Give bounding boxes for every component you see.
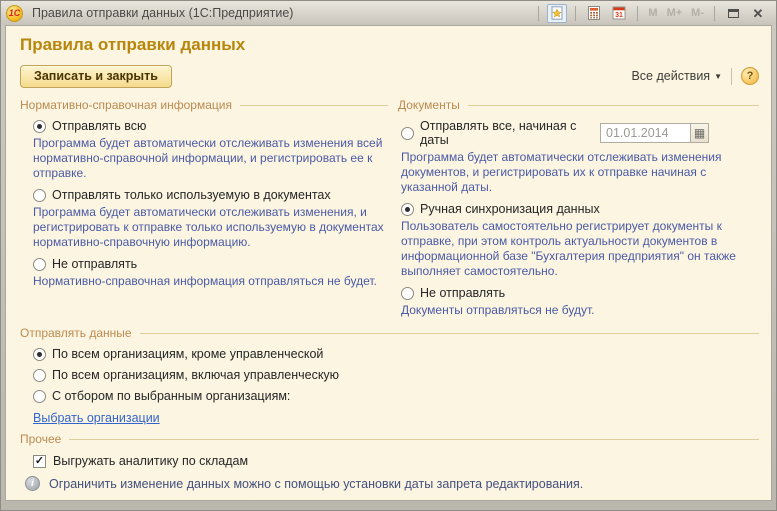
1c-logo-icon: 1С	[6, 5, 23, 22]
date-field-group: ▦	[600, 123, 709, 143]
radio-checked-icon	[33, 120, 46, 133]
radio-unchecked-icon	[33, 258, 46, 271]
radio-label: По всем организациям, включая управленче…	[52, 368, 339, 382]
option-description: Нормативно-справочная информация отправл…	[20, 274, 388, 289]
command-bar: Записать и закрыть Все действия ▼ ?	[20, 64, 759, 88]
group-rule	[69, 439, 759, 440]
chevron-down-icon: ▼	[714, 72, 722, 81]
titlebar-separator	[714, 6, 715, 21]
radio-unchecked-icon	[33, 189, 46, 202]
all-actions-label: Все действия	[631, 69, 710, 83]
radio-unchecked-icon	[401, 287, 414, 300]
radio-unchecked-icon	[33, 369, 46, 382]
option-description: Программа будет автоматически отслеживат…	[20, 136, 388, 181]
checkbox-label: Выгружать аналитику по складам	[53, 454, 248, 468]
titlebar-separator	[575, 6, 576, 21]
checkbox-checked-icon: ✓	[33, 455, 46, 468]
option-description: Программа будет автоматически отслеживат…	[398, 150, 759, 195]
radio-option-docs-manual-sync[interactable]: Ручная синхронизация данных	[398, 202, 759, 216]
option-description: Документы отправляться не будут.	[398, 303, 759, 318]
radio-option-nsi-used-only[interactable]: Отправлять только используемую в докумен…	[20, 188, 388, 202]
calculator-icon[interactable]	[584, 4, 604, 23]
group-rule	[240, 105, 388, 106]
maximize-icon	[728, 9, 739, 18]
radio-label: Отправлять только используемую в докумен…	[52, 188, 331, 202]
radio-label: Отправлять всю	[52, 119, 146, 133]
option-description: Программа будет автоматически отслеживат…	[20, 205, 388, 250]
group-documents: Документы Отправлять все, начиная с даты…	[398, 97, 759, 323]
window-title: Правила отправки данных (1С:Предприятие)	[32, 6, 535, 20]
checkbox-export-warehouse-analytics[interactable]: ✓ Выгружать аналитику по складам	[20, 454, 759, 468]
select-organizations-link[interactable]: Выбрать организации	[33, 411, 160, 425]
group-nsi-title: Нормативно-справочная информация	[20, 98, 232, 112]
radio-label: Отправлять все, начиная с даты	[420, 119, 594, 147]
option-description: Пользователь самостоятельно регистрирует…	[398, 219, 759, 279]
radio-option-nsi-dont-send[interactable]: Не отправлять	[20, 257, 388, 271]
all-actions-button[interactable]: Все действия ▼	[631, 69, 722, 83]
radio-label: С отбором по выбранным организациям:	[52, 389, 290, 403]
group-rule	[140, 333, 759, 334]
titlebar-controls: 31 M M+ M- ✕	[535, 4, 768, 23]
radio-option-nsi-send-all[interactable]: Отправлять всю	[20, 119, 388, 133]
command-bar-separator	[731, 68, 732, 85]
start-date-input[interactable]	[600, 123, 690, 143]
radio-checked-icon	[33, 348, 46, 361]
calendar-icon[interactable]: 31	[609, 4, 629, 23]
radio-unchecked-icon	[401, 127, 414, 140]
close-button[interactable]: ✕	[748, 4, 768, 23]
maximize-button[interactable]	[723, 4, 743, 23]
group-send-data-title: Отправлять данные	[20, 326, 132, 340]
group-send-data: Отправлять данные По всем организациям, …	[20, 325, 759, 427]
group-nsi: Нормативно-справочная информация Отправл…	[20, 97, 388, 323]
titlebar-separator	[538, 6, 539, 21]
radio-label: Не отправлять	[52, 257, 137, 271]
help-button[interactable]: ?	[741, 67, 759, 85]
radio-option-all-orgs-except-management[interactable]: По всем организациям, кроме управленческ…	[20, 347, 759, 361]
titlebar-separator	[637, 6, 638, 21]
titlebar: 1С Правила отправки данных (1С:Предприят…	[1, 1, 776, 25]
info-text: Ограничить изменение данных можно с помо…	[49, 476, 583, 492]
radio-option-selected-orgs[interactable]: С отбором по выбранным организациям:	[20, 389, 759, 403]
info-note: i Ограничить изменение данных можно с по…	[20, 476, 759, 492]
form-content: Правила отправки данных Записать и закры…	[5, 25, 772, 501]
svg-text:31: 31	[616, 12, 624, 19]
memory-m-plus-button: M+	[665, 7, 685, 19]
radio-label: Не отправлять	[420, 286, 505, 300]
radio-label: По всем организациям, кроме управленческ…	[52, 347, 323, 361]
group-rule	[468, 105, 759, 106]
radio-option-docs-dont-send[interactable]: Не отправлять	[398, 286, 759, 300]
radio-label: Ручная синхронизация данных	[420, 202, 600, 216]
save-and-close-button[interactable]: Записать и закрыть	[20, 65, 172, 88]
info-icon: i	[25, 476, 40, 491]
group-other: Прочее ✓ Выгружать аналитику по складам …	[20, 431, 759, 501]
radio-option-all-orgs-including-management[interactable]: По всем организациям, включая управленче…	[20, 368, 759, 382]
memory-m-minus-button: M-	[689, 7, 706, 19]
memory-m-button: M	[646, 7, 659, 19]
radio-checked-icon	[401, 203, 414, 216]
group-documents-title: Документы	[398, 98, 460, 112]
radio-option-docs-send-from-date[interactable]: Отправлять все, начиная с даты ▦	[398, 119, 759, 147]
page-title: Правила отправки данных	[20, 35, 759, 55]
calendar-picker-icon: ▦	[694, 126, 705, 140]
calendar-picker-button[interactable]: ▦	[690, 123, 709, 143]
group-other-title: Прочее	[20, 432, 61, 446]
favorites-icon[interactable]	[547, 4, 567, 23]
radio-unchecked-icon	[33, 390, 46, 403]
app-window: 1С Правила отправки данных (1С:Предприят…	[0, 0, 777, 511]
close-icon: ✕	[753, 7, 764, 20]
